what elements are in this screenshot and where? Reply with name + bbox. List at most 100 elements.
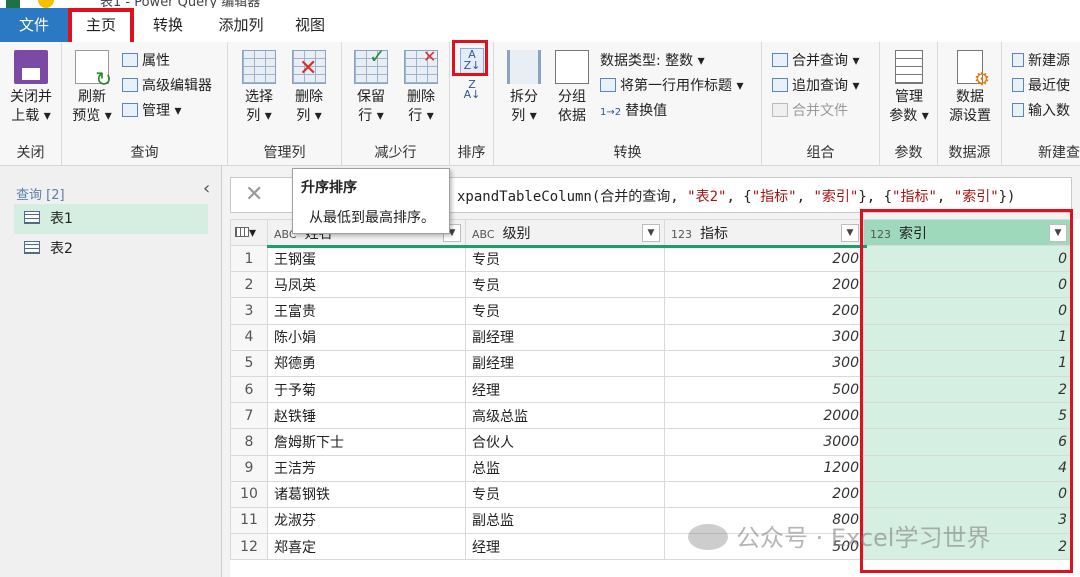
remove-columns-button[interactable]: 删除 列 ▾ — [286, 50, 332, 126]
group-label-combine: 组合 — [806, 145, 835, 161]
cell-name[interactable]: 诸葛钢铁 — [267, 480, 466, 508]
group-by-button[interactable]: 分组 依据 — [550, 50, 594, 126]
choose-columns-button[interactable]: 选择 列 ▾ — [236, 50, 282, 126]
group-label-manage-columns: 管理列 — [263, 145, 306, 161]
row-number: 11 — [230, 506, 268, 535]
data-type-dropdown[interactable]: 数据类型: 整数 ▾ — [600, 50, 705, 72]
table-icon — [24, 211, 40, 224]
column-header-target[interactable]: 123 指标 ▼ — [664, 219, 864, 246]
cell-level[interactable]: 副经理 — [465, 323, 665, 351]
cell-name[interactable]: 詹姆斯下士 — [267, 428, 466, 456]
recent-sources-button[interactable]: 最近使 — [1012, 75, 1070, 97]
cell-level[interactable]: 高级总监 — [465, 402, 665, 430]
keep-rows-button[interactable]: 保留 行 ▾ — [348, 47, 394, 126]
table-menu-button[interactable]: ▾ — [230, 219, 268, 246]
cell-name[interactable]: 陈小娟 — [267, 323, 466, 351]
window-title: 表1 - Power Query 编辑器 — [100, 0, 261, 8]
cell-level[interactable]: 总监 — [465, 454, 665, 482]
tooltip-title: 升序排序 — [301, 180, 357, 196]
group-parameters: 管理 参数 ▾ 参数 — [880, 42, 938, 166]
cell-level[interactable]: 专员 — [465, 244, 665, 273]
advanced-editor-button[interactable]: 高级编辑器 — [122, 75, 212, 97]
merge-queries-icon — [772, 53, 788, 67]
close-apply-button[interactable]: 关闭并 上载 ▾ — [4, 50, 58, 126]
column-quality-bar — [267, 245, 867, 248]
group-label-reduce-rows: 减少行 — [374, 145, 417, 161]
row-number: 3 — [230, 297, 268, 325]
data-source-settings-button[interactable]: 数据 源设置 — [944, 50, 996, 126]
row-number: 1 — [230, 244, 268, 273]
manage-parameters-button[interactable]: 管理 参数 ▾ — [886, 50, 932, 126]
sort-descending-button[interactable]: Z A↓ — [460, 79, 484, 102]
cell-name[interactable]: 于予菊 — [267, 375, 466, 404]
cell-level[interactable]: 专员 — [465, 271, 665, 299]
cancel-formula-icon[interactable]: ✕ — [245, 182, 263, 207]
cell-name[interactable]: 郑德勇 — [267, 349, 466, 377]
tab-transform[interactable]: 转换 — [140, 8, 196, 42]
manage-button[interactable]: 管理 ▾ — [122, 100, 181, 122]
combine-files-icon — [772, 103, 788, 117]
cell-target[interactable]: 200 — [664, 480, 864, 508]
query-item-table2[interactable]: 表2 — [14, 234, 208, 264]
cell-target[interactable]: 3000 — [664, 428, 864, 456]
use-first-row-as-headers-button[interactable]: 将第一行用作标题 ▾ — [600, 75, 743, 97]
cell-name[interactable]: 王富贵 — [267, 297, 466, 325]
cell-name[interactable]: 龙淑芬 — [267, 506, 466, 535]
group-label-new-query: 新建查 — [1038, 145, 1080, 161]
queries-pane: 查询 [2] ‹ 表1 表2 — [0, 166, 222, 577]
cell-target[interactable]: 2000 — [664, 402, 864, 430]
cell-level[interactable]: 经理 — [465, 375, 665, 404]
cell-level[interactable]: 副总监 — [465, 506, 665, 535]
queries-header: 查询 [2] — [16, 188, 65, 203]
cell-target[interactable]: 500 — [664, 375, 864, 404]
tab-file[interactable]: 文件 — [0, 8, 68, 42]
replace-values-button[interactable]: 1→2 替换值 — [600, 100, 667, 122]
refresh-preview-button[interactable]: 刷新 预览 ▾ — [68, 50, 116, 126]
group-label-close: 关闭 — [16, 145, 45, 161]
filter-dropdown-icon[interactable]: ▼ — [642, 224, 660, 242]
excel-logo-icon — [6, 0, 20, 8]
row-number: 7 — [230, 402, 268, 430]
tab-home[interactable]: 主页 — [68, 8, 134, 46]
column-header-level[interactable]: ABC 级别 ▼ — [465, 219, 665, 246]
filter-dropdown-icon[interactable]: ▼ — [841, 224, 859, 242]
table-icon — [24, 241, 40, 254]
tab-view[interactable]: 视图 — [284, 8, 336, 42]
cell-name[interactable]: 王洁芳 — [267, 454, 466, 482]
cell-target[interactable]: 1200 — [664, 454, 864, 482]
cell-name[interactable]: 马凤英 — [267, 271, 466, 299]
properties-button[interactable]: 属性 — [122, 50, 170, 72]
append-queries-button[interactable]: 追加查询 ▾ — [772, 75, 859, 97]
refresh-icon — [75, 50, 112, 89]
enter-data-button[interactable]: 输入数 — [1012, 100, 1070, 122]
ribbon-tabs: 文件 主页 转换 添加列 视图 — [0, 8, 1080, 46]
cell-name[interactable]: 赵铁锤 — [267, 402, 466, 430]
append-queries-icon — [772, 78, 788, 92]
remove-columns-icon — [292, 50, 326, 84]
cell-target[interactable]: 200 — [664, 271, 864, 299]
group-label-sort: 排序 — [457, 145, 486, 161]
cell-level[interactable]: 专员 — [465, 297, 665, 325]
cell-target[interactable]: 200 — [664, 244, 864, 273]
query-item-table1[interactable]: 表1 — [14, 204, 208, 234]
tab-add-column[interactable]: 添加列 — [206, 8, 276, 42]
cell-target[interactable]: 200 — [664, 297, 864, 325]
cell-name[interactable]: 王钢蛋 — [267, 244, 466, 273]
cell-target[interactable]: 300 — [664, 349, 864, 377]
cell-name[interactable]: 郑喜定 — [267, 533, 466, 561]
cell-level[interactable]: 专员 — [465, 480, 665, 508]
remove-rows-button[interactable]: 删除 行 ▾ — [398, 47, 444, 126]
split-column-button[interactable]: 拆分 列 ▾ — [502, 50, 546, 126]
row-number: 2 — [230, 271, 268, 299]
merge-queries-button[interactable]: 合并查询 ▾ — [772, 50, 859, 72]
split-column-icon — [507, 50, 541, 84]
cell-level[interactable]: 经理 — [465, 533, 665, 561]
feedback-smiley-icon[interactable] — [38, 0, 54, 8]
group-label-parameters: 参数 — [894, 145, 923, 161]
cell-level[interactable]: 合伙人 — [465, 428, 665, 456]
collapse-pane-icon[interactable]: ‹ — [203, 178, 210, 199]
new-source-button[interactable]: 新建源 — [1012, 50, 1070, 72]
cell-target[interactable]: 300 — [664, 323, 864, 351]
cell-level[interactable]: 副经理 — [465, 349, 665, 377]
formula-text[interactable]: xpandTableColumn(合并的查询, "表2", {"指标", "索引… — [457, 186, 1015, 206]
